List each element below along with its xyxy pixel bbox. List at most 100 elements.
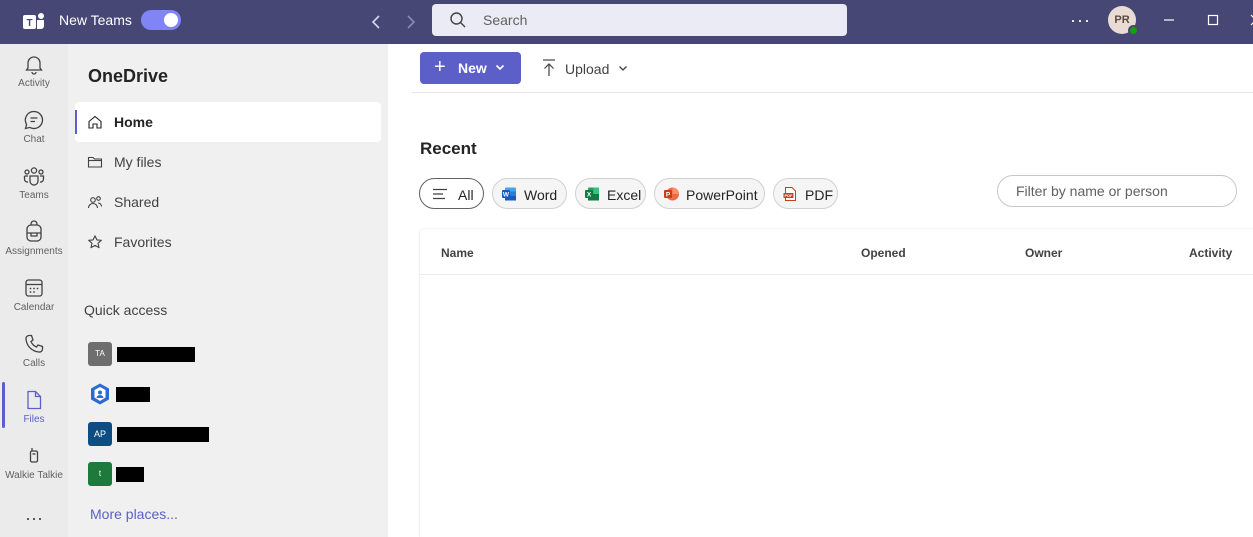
- svg-text:PDF: PDF: [785, 193, 794, 198]
- plus-icon: +: [434, 56, 446, 78]
- chevron-down-icon: [619, 66, 627, 71]
- teams-icon: [23, 167, 45, 186]
- upload-arrow-icon: [543, 59, 555, 76]
- quick-access-badge: t: [88, 462, 112, 486]
- filter-chip-label: All: [458, 187, 474, 203]
- more-apps-button[interactable]: ···: [25, 508, 43, 529]
- avatar-initials: PR: [1114, 14, 1130, 26]
- search-box[interactable]: Search: [432, 4, 847, 36]
- shield-person-icon: [91, 383, 109, 405]
- rail-label: Chat: [23, 134, 45, 145]
- upload-button-label: Upload: [565, 61, 610, 77]
- backpack-icon: [26, 220, 42, 242]
- toggle-knob: [164, 13, 178, 27]
- svg-text:P: P: [666, 192, 671, 199]
- phone-icon: [25, 334, 44, 353]
- rail-label: Walkie Talkie: [5, 470, 63, 481]
- rail-item-walkie-talkie[interactable]: Walkie Talkie: [0, 436, 68, 492]
- pdf-icon: PDF: [783, 187, 796, 201]
- search-placeholder: Search: [483, 12, 528, 28]
- app-rail: Activity Chat Teams Assignments Calendar…: [0, 44, 68, 537]
- chevron-down-icon: [495, 64, 505, 71]
- filter-chip-label: Word: [524, 187, 558, 203]
- column-header-owner[interactable]: Owner: [1025, 246, 1062, 260]
- folder-icon: [87, 156, 103, 168]
- rail-item-files[interactable]: Files: [0, 380, 68, 436]
- recent-heading: Recent: [420, 139, 477, 158]
- column-header-opened[interactable]: Opened: [861, 246, 906, 260]
- filter-chip-powerpoint[interactable]: P PowerPoint: [654, 178, 765, 209]
- back-arrow-icon[interactable]: [367, 12, 387, 32]
- rail-label: Calls: [22, 358, 46, 369]
- svg-text:X: X: [587, 192, 592, 199]
- close-icon[interactable]: [1246, 10, 1253, 30]
- title-bar: T New Teams Search ··· PR: [0, 0, 1253, 44]
- filter-input[interactable]: [997, 175, 1237, 207]
- rail-item-activity[interactable]: Activity: [0, 44, 68, 100]
- nav-item-home[interactable]: Home: [75, 102, 381, 142]
- chat-icon: [24, 110, 44, 130]
- filter-chip-label: Excel: [607, 187, 642, 203]
- filter-chip-word[interactable]: W Word: [492, 178, 567, 209]
- more-places-link[interactable]: More places...: [90, 506, 178, 522]
- minimize-icon[interactable]: [1159, 10, 1179, 30]
- nav-item-label: Shared: [114, 194, 160, 210]
- nav-item-shared[interactable]: Shared: [75, 182, 381, 222]
- nav-item-label: Home: [114, 114, 153, 130]
- star-icon: [88, 235, 102, 249]
- recent-files-table: Name Opened Owner Activity: [420, 229, 1253, 537]
- rail-label: Files: [23, 414, 45, 425]
- page-title: OneDrive: [88, 66, 169, 86]
- excel-icon: X: [585, 187, 599, 201]
- forward-arrow-icon[interactable]: [400, 12, 420, 32]
- table-header-divider: [420, 274, 1253, 275]
- new-teams-toggle[interactable]: [141, 10, 181, 30]
- list-icon: [433, 188, 447, 200]
- rail-item-teams[interactable]: Teams: [0, 156, 68, 212]
- rail-item-calls[interactable]: Calls: [0, 324, 68, 380]
- new-button[interactable]: + New: [420, 52, 521, 84]
- rail-label: Calendar: [13, 302, 55, 313]
- new-button-label: New: [458, 60, 487, 76]
- rail-label: Teams: [19, 190, 49, 201]
- calendar-icon: [25, 279, 43, 297]
- quick-access-badge: AP: [88, 422, 112, 446]
- command-bar-divider: [412, 92, 1253, 93]
- bell-icon: [25, 56, 43, 75]
- home-icon: [88, 115, 102, 129]
- maximize-icon[interactable]: [1203, 10, 1223, 30]
- filter-chip-label: PDF: [805, 187, 833, 203]
- redacted-name: [117, 347, 195, 362]
- rail-label: Activity: [18, 78, 50, 89]
- search-icon: [450, 12, 466, 28]
- rail-label: Assignments: [5, 246, 63, 257]
- nav-item-label: Favorites: [114, 234, 172, 250]
- rail-item-chat[interactable]: Chat: [0, 100, 68, 156]
- file-icon: [27, 390, 42, 410]
- redacted-name: [116, 467, 144, 482]
- filter-chip-pdf[interactable]: PDF PDF: [773, 178, 838, 209]
- nav-item-favorites[interactable]: Favorites: [75, 222, 381, 262]
- main-content: + New Upload Recent All W Word X Excel P…: [388, 44, 1253, 537]
- word-icon: W: [502, 187, 516, 201]
- redacted-name: [117, 427, 209, 442]
- powerpoint-icon: P: [664, 187, 679, 201]
- nav-item-label: My files: [114, 154, 162, 170]
- svg-text:T: T: [26, 18, 32, 29]
- redacted-name: [116, 387, 150, 402]
- walkie-talkie-icon: [29, 448, 39, 463]
- quick-access-badge: TA: [88, 342, 112, 366]
- filter-chip-all[interactable]: All: [419, 178, 484, 209]
- rail-item-calendar[interactable]: Calendar: [0, 268, 68, 324]
- onedrive-nav-pane: OneDrive Home My files Shared Favorites …: [68, 44, 388, 537]
- filter-chip-label: PowerPoint: [686, 187, 758, 203]
- column-header-activity[interactable]: Activity: [1189, 246, 1232, 260]
- people-icon: [87, 196, 103, 209]
- column-header-name[interactable]: Name: [441, 246, 474, 260]
- rail-item-assignments[interactable]: Assignments: [0, 212, 68, 268]
- filter-chip-excel[interactable]: X Excel: [575, 178, 646, 209]
- avatar[interactable]: PR: [1108, 6, 1139, 36]
- more-options-button[interactable]: ···: [1070, 10, 1091, 31]
- svg-text:W: W: [503, 192, 510, 199]
- nav-item-my-files[interactable]: My files: [75, 142, 381, 182]
